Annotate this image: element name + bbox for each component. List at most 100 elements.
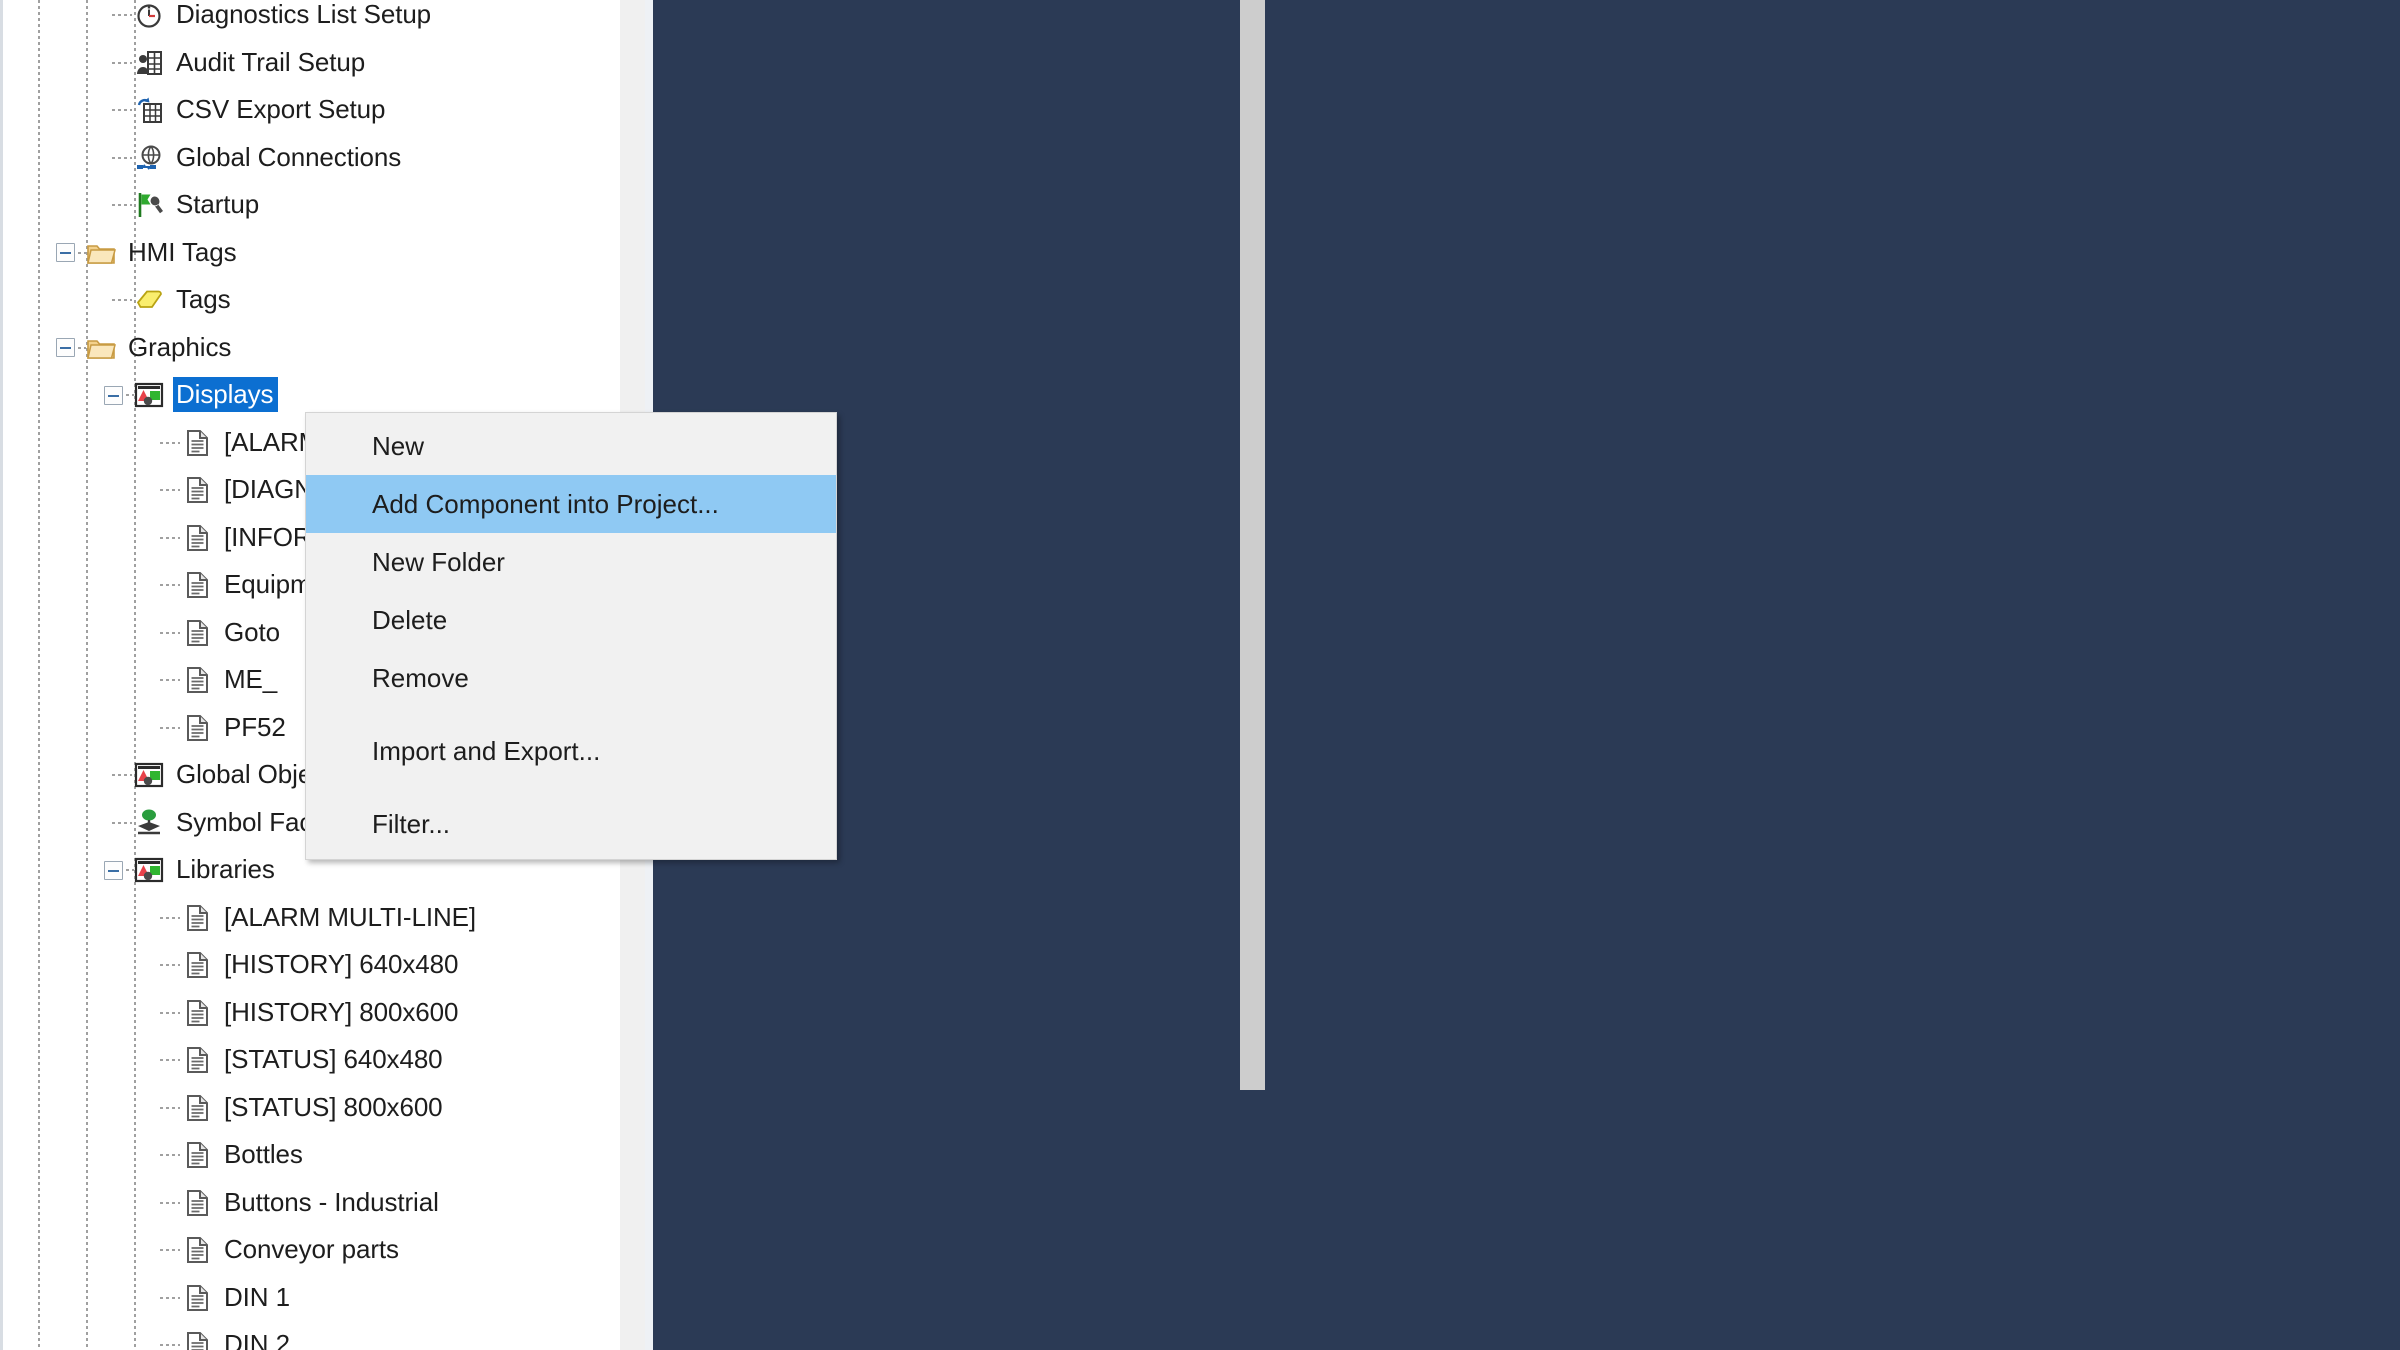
menu-item-add-component-into-project[interactable]: Add Component into Project... <box>306 475 836 533</box>
tree-connector <box>160 1296 180 1299</box>
tree-item-diagnostics-list-setup[interactable]: Diagnostics List Setup <box>0 0 620 39</box>
tree-item-audit-trail-setup[interactable]: Audit Trail Setup <box>0 39 620 87</box>
tree-item-label: Tags <box>176 284 231 314</box>
menu-item-delete[interactable]: Delete <box>306 591 836 649</box>
tree-connector <box>112 156 132 159</box>
tree-connector <box>160 584 180 586</box>
document-icon <box>182 1235 212 1265</box>
tree-expander-toggle[interactable] <box>100 382 126 408</box>
tree-expander-toggle[interactable] <box>100 857 126 883</box>
tree-item-status-640x480[interactable]: [STATUS] 640x480 <box>0 1036 620 1084</box>
display-icon <box>134 855 164 885</box>
tree-connector <box>112 109 132 111</box>
tree-connector <box>78 251 86 254</box>
tree-item-bottles[interactable]: Bottles <box>0 1131 620 1179</box>
menu-item-new-folder[interactable]: New Folder <box>306 533 836 591</box>
tree-item-history-800x600[interactable]: [HISTORY] 800x600 <box>0 989 620 1037</box>
menu-item-filter[interactable]: Filter... <box>306 795 836 853</box>
document-icon <box>182 523 212 553</box>
folder-icon <box>86 333 116 363</box>
tree-connector <box>160 916 180 919</box>
tree-item-csv-export-setup[interactable]: CSV Export Setup <box>0 86 620 134</box>
context-menu[interactable]: New Add Component into Project... New Fold… <box>305 412 837 860</box>
tree-item-tags[interactable]: Tags <box>0 276 620 324</box>
csv-export-icon <box>134 95 164 125</box>
menu-separator <box>308 787 834 788</box>
document-icon <box>182 713 212 743</box>
tree-item-buttons-industrial[interactable]: Buttons - Industrial <box>0 1179 620 1227</box>
tree-connector <box>112 204 132 206</box>
tree-connector <box>160 964 180 966</box>
menu-item-new[interactable]: New <box>306 417 836 475</box>
tree-connector <box>112 14 132 16</box>
tree-item-label: Audit Trail Setup <box>176 46 366 77</box>
tree-item-label: PF52 <box>224 711 286 742</box>
tree-connector <box>126 869 134 871</box>
symbol-factory-icon <box>134 808 164 838</box>
document-icon <box>182 428 212 458</box>
tree-item-label: Buttons - Industrial <box>224 1186 439 1217</box>
globe-icon <box>134 143 164 173</box>
tree-item-din-1[interactable]: DIN 1 <box>0 1274 620 1322</box>
document-icon <box>182 665 212 695</box>
application-window: Diagnostics List Setup Audit Trail Setup C… <box>0 0 2400 1350</box>
tree-item-conveyor-parts[interactable]: Conveyor parts <box>0 1226 620 1274</box>
tree-connector <box>112 821 132 824</box>
menu-separator <box>308 714 834 715</box>
tree-connector <box>160 726 180 729</box>
tree-item-history-640x480[interactable]: [HISTORY] 640x480 <box>0 941 620 989</box>
tree-connector <box>160 1059 180 1061</box>
tree-item-startup[interactable]: Startup <box>0 181 620 229</box>
document-icon <box>182 570 212 600</box>
document-icon <box>182 1093 212 1123</box>
document-icon <box>182 1330 212 1350</box>
tree-connector <box>160 489 180 491</box>
tree-connector <box>160 631 180 634</box>
tree-item-label: Displays <box>173 377 279 412</box>
tree-item-label: CSV Export Setup <box>176 94 386 124</box>
tree-connector <box>160 441 180 444</box>
tree-connector <box>112 61 132 64</box>
tree-item-hmi-tags[interactable]: HMI Tags <box>0 229 620 277</box>
tree-item-din-2[interactable]: DIN 2 <box>0 1321 620 1350</box>
tree-item-label: [STATUS] 640x480 <box>224 1044 443 1074</box>
tree-connector <box>126 394 134 396</box>
tree-connector <box>112 299 132 301</box>
menu-item-remove[interactable]: Remove <box>306 649 836 707</box>
tag-icon <box>134 285 164 315</box>
tree-connector <box>112 774 132 776</box>
tree-connector <box>160 1154 180 1156</box>
tree-item-label: ME_ <box>224 664 278 694</box>
document-icon <box>182 1188 212 1218</box>
display-icon <box>134 760 164 790</box>
tree-item-label: Bottles <box>224 1139 303 1169</box>
tree-item-label: [HISTORY] 640x480 <box>224 949 459 979</box>
tree-item-label: DIN 2 <box>224 1329 290 1350</box>
tree-item-global-connections[interactable]: Global Connections <box>0 134 620 182</box>
scrollbar-thumb[interactable] <box>1240 0 1265 1090</box>
tree-item-alarm-multi-line[interactable]: [ALARM MULTI-LINE] <box>0 894 620 942</box>
tree-connector <box>160 536 180 539</box>
menu-item-import-and-export[interactable]: Import and Export... <box>306 722 836 780</box>
tree-item-label: Startup <box>176 189 260 219</box>
tree-item-label: [HISTORY] 800x600 <box>224 996 459 1027</box>
tree-item-label: [STATUS] 800x600 <box>224 1091 443 1122</box>
tree-connector <box>160 1106 180 1109</box>
tree-connector <box>160 1249 180 1251</box>
tree-expander-toggle[interactable] <box>52 240 78 266</box>
folder-icon <box>86 238 116 268</box>
tree-item-graphics[interactable]: Graphics <box>0 324 620 372</box>
tree-item-label: DIN 1 <box>224 1281 290 1312</box>
tree-item-status-800x600[interactable]: [STATUS] 800x600 <box>0 1084 620 1132</box>
document-icon <box>182 950 212 980</box>
tree-connector <box>160 1201 180 1204</box>
tree-item-label: [ALARM MULTI-LINE] <box>224 901 476 932</box>
tree-expander-toggle[interactable] <box>52 335 78 361</box>
tree-connector <box>160 679 180 681</box>
document-icon <box>182 903 212 933</box>
document-icon <box>182 475 212 505</box>
document-icon <box>182 1045 212 1075</box>
audit-table-icon <box>134 48 164 78</box>
tree-item-label: Conveyor parts <box>224 1234 399 1264</box>
tree-connector <box>78 346 86 349</box>
